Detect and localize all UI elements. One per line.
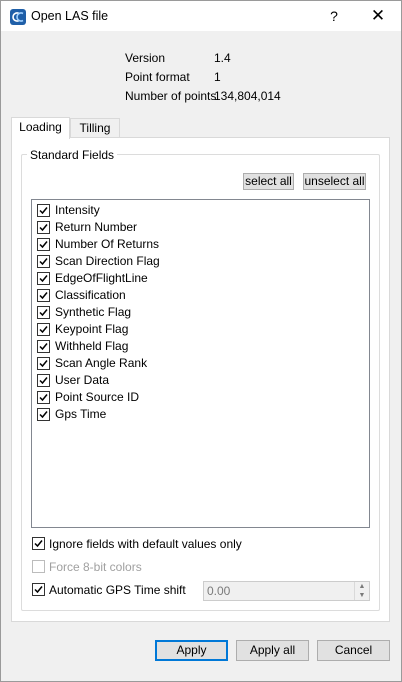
apply-button[interactable]: Apply — [155, 640, 228, 661]
field-checkbox[interactable] — [37, 289, 50, 302]
field-checkbox[interactable] — [37, 391, 50, 404]
field-checkbox[interactable] — [37, 374, 50, 387]
field-label: Synthetic Flag — [55, 305, 132, 319]
field-checkbox[interactable] — [37, 323, 50, 336]
field-label: Gps Time — [55, 407, 107, 421]
gps-shift-checkbox[interactable] — [32, 583, 45, 596]
close-button[interactable]: ✕ — [367, 5, 389, 27]
field-label: Scan Angle Rank — [55, 356, 148, 370]
point-format-label: Point format — [125, 70, 190, 84]
point-count-label: Number of points — [125, 89, 217, 103]
spin-up-icon[interactable]: ▲ — [355, 582, 369, 591]
field-label: Return Number — [55, 220, 138, 234]
field-label: Classification — [55, 288, 126, 302]
window-title: Open LAS file — [31, 9, 109, 23]
field-checkbox[interactable] — [37, 221, 50, 234]
title-bar: Open LAS file ? ✕ — [1, 1, 401, 31]
gps-shift-value: 0.00 — [207, 584, 231, 598]
cloudcompare-icon — [10, 9, 26, 25]
spin-down-icon[interactable]: ▼ — [355, 591, 369, 600]
gps-shift-label: Automatic GPS Time shift — [49, 583, 186, 597]
field-label: EdgeOfFlightLine — [55, 271, 148, 285]
field-label: Number Of Returns — [55, 237, 160, 251]
field-checkbox[interactable] — [37, 255, 50, 268]
field-checkbox[interactable] — [37, 306, 50, 319]
help-button[interactable]: ? — [323, 5, 345, 27]
cancel-button[interactable]: Cancel — [317, 640, 390, 661]
field-label: Point Source ID — [55, 390, 140, 404]
ignore-default-label: Ignore fields with default values only — [49, 537, 242, 551]
unselect-all-button[interactable]: unselect all — [303, 173, 366, 190]
point-count-value: 134,804,014 — [214, 89, 281, 103]
spin-arrows: ▲ ▼ — [354, 582, 369, 600]
standard-fields-title: Standard Fields — [27, 148, 118, 162]
field-checkbox[interactable] — [37, 357, 50, 370]
tab-tilling[interactable]: Tilling — [70, 118, 120, 138]
field-checkbox[interactable] — [37, 238, 50, 251]
force-8bit-label: Force 8-bit colors — [49, 560, 142, 574]
field-label: Keypoint Flag — [55, 322, 129, 336]
point-format-value: 1 — [214, 70, 221, 84]
gps-shift-spinbox[interactable]: 0.00 ▲ ▼ — [203, 581, 370, 601]
field-checkbox[interactable] — [37, 408, 50, 421]
field-label: Intensity — [55, 203, 100, 217]
field-checkbox[interactable] — [37, 340, 50, 353]
tab-loading[interactable]: Loading — [11, 117, 70, 139]
force-8bit-checkbox[interactable] — [32, 560, 45, 573]
select-all-button[interactable]: select all — [243, 173, 294, 190]
version-value: 1.4 — [214, 51, 231, 65]
version-label: Version — [125, 51, 166, 65]
field-label: Scan Direction Flag — [55, 254, 160, 268]
apply-all-button[interactable]: Apply all — [236, 640, 309, 661]
field-label: Withheld Flag — [55, 339, 129, 353]
ignore-default-checkbox[interactable] — [32, 537, 45, 550]
field-checkbox[interactable] — [37, 272, 50, 285]
field-checkbox[interactable] — [37, 204, 50, 217]
field-label: User Data — [55, 373, 110, 387]
